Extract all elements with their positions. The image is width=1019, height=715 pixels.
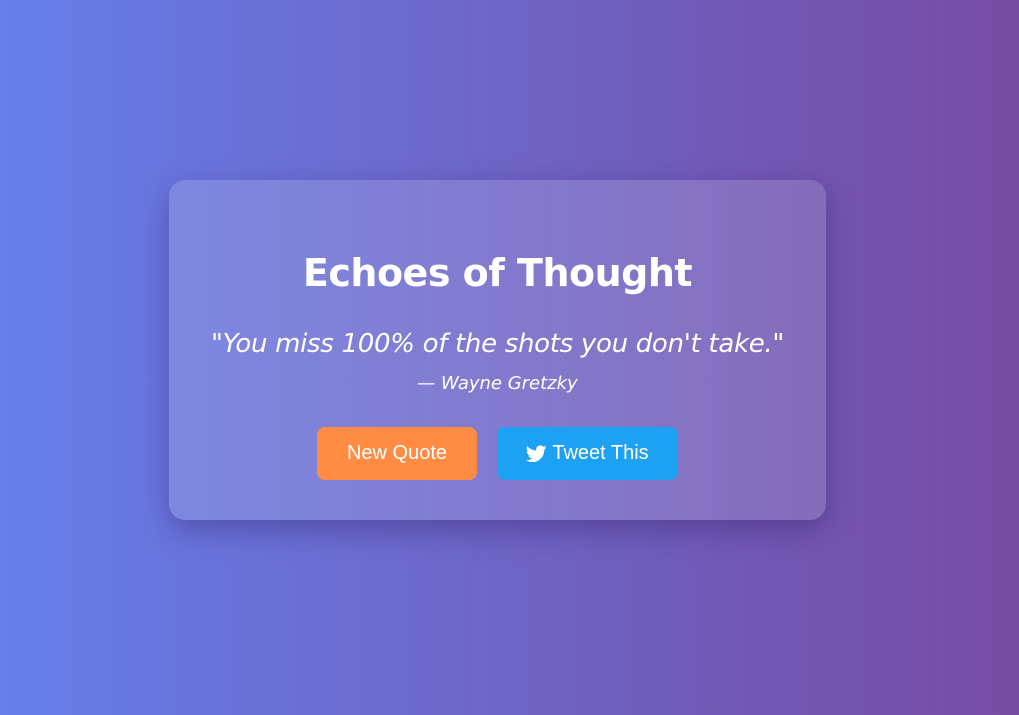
quote-card: Echoes of Thought "You miss 100% of the … [169, 180, 826, 520]
app-title: Echoes of Thought [302, 251, 693, 295]
new-quote-button[interactable]: New Quote [317, 427, 477, 480]
twitter-icon [526, 444, 547, 463]
quote-text: "You miss 100% of the shots you don't ta… [210, 329, 785, 359]
new-quote-label: New Quote [346, 442, 448, 464]
quote-author: — Wayne Gretzky [417, 373, 578, 394]
tweet-label: Tweet This [552, 442, 649, 464]
tweet-button[interactable]: Tweet This [497, 427, 678, 480]
